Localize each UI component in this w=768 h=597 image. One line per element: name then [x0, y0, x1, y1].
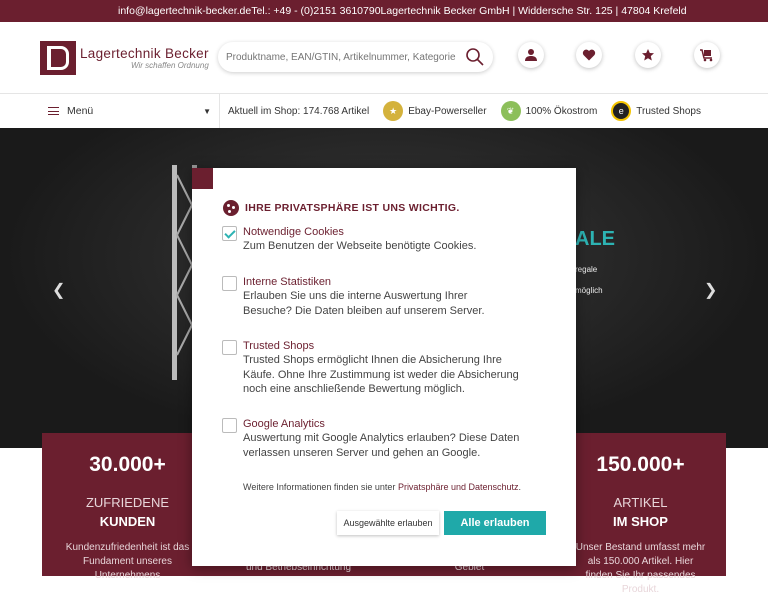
logo-title: Lagertechnik Becker — [80, 45, 209, 61]
privacy-info-suffix: . — [518, 482, 522, 492]
ebay-label: Ebay-Powerseller — [408, 105, 487, 117]
search-icon[interactable] — [463, 45, 487, 69]
menu-label: Menü — [67, 105, 94, 117]
ebay-powerseller[interactable]: ★ Ebay-Powerseller — [383, 101, 487, 121]
privacy-info: Weitere Informationen finden sie unter P… — [243, 482, 521, 492]
phone-link[interactable]: Tel.: +49 - (0)2151 3610790 — [251, 5, 380, 17]
leaf-icon: ❦ — [500, 101, 521, 121]
logo-tagline: Wir schaffen Ordnung — [131, 60, 209, 70]
stat-label-strong: KUNDEN — [99, 514, 156, 529]
top-info-bar: info@lagertechnik-becker.de Tel.: +49 - … — [0, 0, 768, 22]
email-link[interactable]: info@lagertechnik-becker.de — [118, 5, 251, 17]
dialog-corner-accent — [192, 168, 213, 189]
user-icon[interactable] — [518, 42, 544, 68]
slider-next-icon[interactable]: ❯ — [704, 280, 717, 300]
heart-icon[interactable] — [576, 42, 602, 68]
stat-description: Unser Bestand umfasst mehr als 150.000 A… — [575, 542, 706, 595]
stat-card: 150.000+ ARTIKEL IM SHOP Unser Bestand u… — [555, 433, 726, 595]
option-trusted-shops: Trusted Shops Trusted Shops ermöglicht I… — [222, 340, 552, 397]
trusted-shops-checkbox[interactable] — [222, 340, 237, 355]
option-title: Trusted Shops — [243, 340, 315, 352]
hero-line-2: möglich — [575, 286, 603, 295]
stat-label-strong: IM SHOP — [613, 514, 668, 529]
option-title: Google Analytics — [243, 418, 325, 430]
logo[interactable]: Lagertechnik Becker Wir schaffen Ordnung — [40, 40, 210, 75]
nav-bar: Menü ▼ Aktuell im Shop: 174.768 Artikel … — [0, 93, 768, 128]
stat-card: 30.000+ ZUFRIEDENE KUNDEN Kundenzufriede… — [42, 433, 213, 581]
search-input[interactable] — [226, 51, 463, 63]
privacy-info-text: Weitere Informationen finden sie unter — [243, 482, 396, 492]
stat-number: 30.000+ — [89, 453, 166, 476]
option-google-analytics: Google Analytics Auswertung mit Google A… — [222, 418, 552, 460]
oekostrom[interactable]: ❦ 100% Ökostrom — [500, 101, 598, 121]
necessary-checkbox[interactable] — [222, 226, 237, 241]
menu-button[interactable]: Menü ▼ — [48, 94, 220, 128]
option-description: Auswertung mit Google Analytics erlauben… — [243, 432, 520, 459]
dialog-title-text: IHRE PRIVATSPHÄRE IST UNS WICHTIG. — [245, 202, 460, 214]
option-necessary: Notwendige Cookies Zum Benutzen der Webs… — [222, 226, 552, 254]
hero-title: ALE — [575, 228, 615, 250]
cart-icon[interactable] — [694, 42, 720, 68]
eco-label: 100% Ökostrom — [525, 105, 598, 117]
hero-line-1: regale — [575, 265, 598, 274]
option-description: Erlauben Sie uns die interne Auswertung … — [243, 290, 485, 317]
allow-selected-button[interactable]: Ausgewählte erlauben — [337, 511, 439, 535]
google-analytics-checkbox[interactable] — [222, 418, 237, 433]
trusted-shops[interactable]: e Trusted Shops — [611, 101, 701, 121]
caret-down-icon: ▼ — [203, 106, 211, 116]
stat-label: ZUFRIEDENE — [85, 495, 170, 510]
trusted-label: Trusted Shops — [636, 105, 701, 117]
option-title: Notwendige Cookies — [243, 226, 344, 238]
search-bar — [218, 42, 493, 72]
cookie-icon — [223, 200, 239, 216]
cookie-consent-dialog: IHRE PRIVATSPHÄRE IST UNS WICHTIG. Notwe… — [192, 168, 576, 566]
company-address: Lagertechnik Becker GmbH | Widdersche St… — [380, 5, 687, 17]
allow-all-button[interactable]: Alle erlauben — [444, 511, 546, 535]
dialog-title: IHRE PRIVATSPHÄRE IST UNS WICHTIG. — [223, 200, 460, 216]
statistics-checkbox[interactable] — [222, 276, 237, 291]
trusted-shops-icon: e — [611, 101, 632, 121]
medal-icon: ★ — [383, 101, 404, 121]
stat-label: ARTIKEL — [613, 495, 668, 510]
shop-count: Aktuell im Shop: 174.768 Artikel — [228, 105, 370, 117]
privacy-link[interactable]: Privatsphäre und Datenschutz — [398, 482, 519, 492]
option-title: Interne Statistiken — [243, 276, 332, 288]
logo-mark — [40, 40, 76, 75]
header: Lagertechnik Becker Wir schaffen Ordnung — [0, 22, 768, 93]
star-icon[interactable] — [635, 42, 661, 68]
stat-description: Kundenzufriedenheit ist das Fundament un… — [65, 542, 190, 581]
option-description: Trusted Shops ermöglicht Ihnen die Absic… — [243, 354, 519, 395]
option-statistics: Interne Statistiken Erlauben Sie uns die… — [222, 276, 552, 318]
slider-prev-icon[interactable]: ❮ — [52, 280, 65, 300]
stat-number: 150.000+ — [596, 453, 685, 476]
hamburger-icon — [48, 107, 59, 115]
option-description: Zum Benutzen der Webseite benötigte Cook… — [243, 240, 477, 252]
